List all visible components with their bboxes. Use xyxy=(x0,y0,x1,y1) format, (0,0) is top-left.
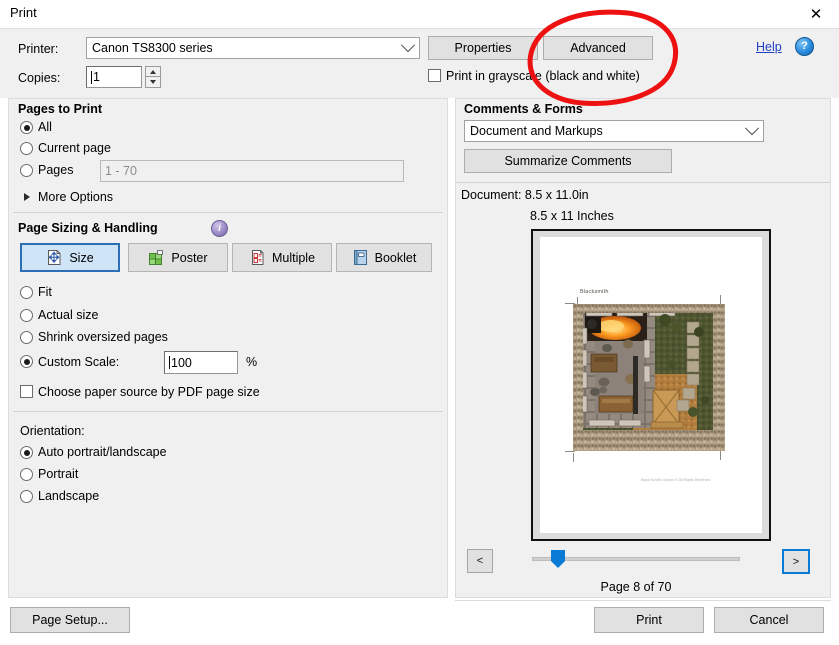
printer-select[interactable]: Canon TS8300 series xyxy=(86,37,420,59)
print-button[interactable]: Print xyxy=(594,607,704,633)
copies-input[interactable]: 1 xyxy=(86,66,142,88)
poster-icon xyxy=(148,249,165,266)
radio-orientation-auto[interactable] xyxy=(20,446,33,459)
radio-shrink-oversized-label[interactable]: Shrink oversized pages xyxy=(38,330,168,344)
comments-forms-title: Comments & Forms xyxy=(464,102,583,116)
page-status-label: Page 8 of 70 xyxy=(600,580,672,594)
pages-range-input[interactable]: 1 - 70 xyxy=(100,160,404,182)
booklet-icon xyxy=(352,249,369,266)
preview-paper: Blacksmith Black Scrolls Games © All Rig… xyxy=(540,237,762,533)
info-icon[interactable]: i xyxy=(211,220,228,237)
copies-label: Copies: xyxy=(18,71,61,85)
radio-pages-range-label[interactable]: Pages xyxy=(38,163,73,177)
advanced-button[interactable]: Advanced xyxy=(543,36,653,60)
radio-pages-current[interactable] xyxy=(20,142,33,155)
divider xyxy=(13,212,443,213)
size-icon xyxy=(46,249,63,266)
paper-source-label[interactable]: Choose paper source by PDF page size xyxy=(38,385,260,399)
page-sizing-title: Page Sizing & Handling xyxy=(18,221,158,235)
radio-shrink-oversized[interactable] xyxy=(20,331,33,344)
crop-mark xyxy=(565,451,575,452)
page-setup-button[interactable]: Page Setup... xyxy=(10,607,130,633)
preview-page-footer: Black Scrolls Games © All Rights Reserve… xyxy=(641,478,712,482)
divider xyxy=(455,600,831,601)
radio-pages-all[interactable] xyxy=(20,121,33,134)
tab-size[interactable]: Size xyxy=(20,243,120,272)
document-size-label: Document: 8.5 x 11.0in xyxy=(461,188,589,202)
custom-scale-input[interactable]: 100 xyxy=(164,351,238,374)
preview-artwork xyxy=(573,304,725,451)
tab-multiple[interactable]: Multiple xyxy=(232,243,332,272)
next-page-button[interactable]: > xyxy=(782,549,810,574)
radio-fit[interactable] xyxy=(20,286,33,299)
tab-poster[interactable]: Poster xyxy=(128,243,228,272)
more-options-toggle[interactable]: More Options xyxy=(38,190,113,204)
percent-label: % xyxy=(246,355,258,369)
paper-source-checkbox[interactable] xyxy=(20,385,33,398)
radio-orientation-auto-label[interactable]: Auto portrait/landscape xyxy=(38,445,167,459)
radio-pages-current-label[interactable]: Current page xyxy=(38,141,111,155)
copies-value: 1 xyxy=(93,70,100,84)
grayscale-checkbox[interactable] xyxy=(428,69,441,82)
help-link[interactable]: Help xyxy=(756,40,782,54)
radio-actual-size[interactable] xyxy=(20,309,33,322)
radio-orientation-landscape-label[interactable]: Landscape xyxy=(38,489,99,503)
printer-label: Printer: xyxy=(18,42,59,56)
cancel-button[interactable]: Cancel xyxy=(714,607,824,633)
tab-multiple-label: Multiple xyxy=(271,250,316,265)
radio-pages-all-label[interactable]: All xyxy=(38,120,52,134)
comments-forms-value: Document and Markups xyxy=(470,124,603,138)
page-preview[interactable]: Blacksmith Black Scrolls Games © All Rig… xyxy=(531,229,771,541)
title-bar: Print ✕ xyxy=(0,0,839,28)
crop-mark xyxy=(720,295,721,304)
properties-button[interactable]: Properties xyxy=(428,36,538,60)
radio-custom-scale-label[interactable]: Custom Scale: xyxy=(38,355,119,369)
preview-page-title: Blacksmith xyxy=(580,289,609,295)
divider xyxy=(456,182,830,183)
paper-size-label: 8.5 x 11 Inches xyxy=(530,209,614,223)
previous-page-button[interactable]: < xyxy=(467,549,493,573)
chevron-down-icon xyxy=(397,38,419,58)
copies-stepper[interactable] xyxy=(145,66,161,88)
grayscale-label[interactable]: Print in grayscale (black and white) xyxy=(446,69,640,83)
crop-mark xyxy=(573,453,574,462)
crop-mark xyxy=(720,451,721,460)
radio-orientation-landscape[interactable] xyxy=(20,490,33,503)
summarize-comments-button[interactable]: Summarize Comments xyxy=(464,149,672,173)
custom-scale-value: 100 xyxy=(171,355,192,370)
print-dialog: Print ✕ Printer: Canon TS8300 series Cop… xyxy=(0,0,839,645)
radio-pages-range[interactable] xyxy=(20,164,33,177)
blacksmith-map-image xyxy=(573,304,725,451)
pages-range-placeholder: 1 - 70 xyxy=(105,164,137,178)
question-circle-icon[interactable]: ? xyxy=(795,37,814,56)
chevron-down-icon xyxy=(741,121,763,141)
text-caret xyxy=(91,70,92,84)
multiple-icon xyxy=(249,249,266,266)
tab-poster-label: Poster xyxy=(171,250,208,265)
tab-size-label: Size xyxy=(69,250,94,265)
radio-orientation-portrait[interactable] xyxy=(20,468,33,481)
printer-select-value: Canon TS8300 series xyxy=(92,41,213,55)
window-title: Print xyxy=(10,5,37,20)
orientation-title: Orientation: xyxy=(20,424,85,438)
radio-fit-label[interactable]: Fit xyxy=(38,285,52,299)
copies-stepper-down[interactable] xyxy=(145,77,161,88)
radio-orientation-portrait-label[interactable]: Portrait xyxy=(38,467,78,481)
text-caret xyxy=(169,356,170,369)
tab-booklet-label: Booklet xyxy=(374,250,417,265)
chevron-right-icon[interactable] xyxy=(24,193,30,201)
radio-custom-scale[interactable] xyxy=(20,355,33,368)
comments-forms-select[interactable]: Document and Markups xyxy=(464,120,764,142)
copies-stepper-up[interactable] xyxy=(145,66,161,77)
tab-booklet[interactable]: Booklet xyxy=(336,243,432,272)
close-icon[interactable]: ✕ xyxy=(793,0,839,28)
pages-to-print-title: Pages to Print xyxy=(18,102,103,116)
divider xyxy=(13,411,443,412)
radio-actual-size-label[interactable]: Actual size xyxy=(38,308,98,322)
